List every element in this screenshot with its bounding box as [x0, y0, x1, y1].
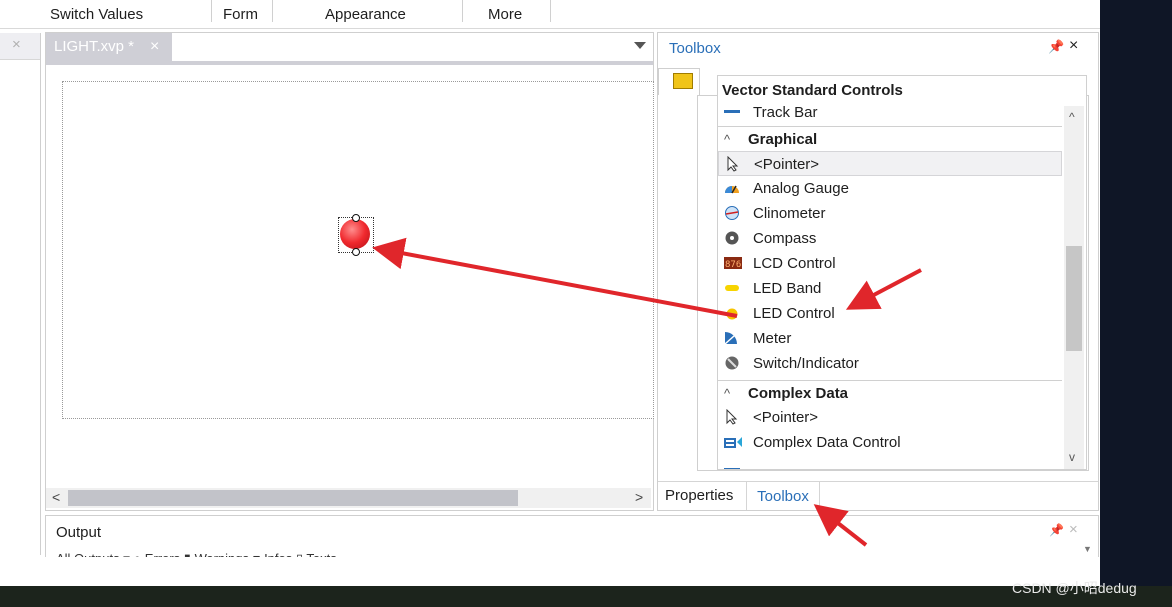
- collapse-chevron-icon: ^: [724, 386, 731, 401]
- scroll-right-icon[interactable]: >: [635, 489, 643, 505]
- led-control-icon: [726, 308, 738, 320]
- list-item-icon: [724, 468, 740, 469]
- toolbox-list-container: Vector Standard Controls Track Bar ^ Gra…: [717, 75, 1087, 470]
- list-item-switch-indicator[interactable]: Switch/Indicator: [718, 351, 1062, 376]
- watermark: CSDN @小昭dedug: [1012, 580, 1137, 596]
- list-item-clinometer[interactable]: Clinometer: [718, 201, 1062, 226]
- pointer-icon: [727, 156, 739, 172]
- compass-icon: [725, 231, 739, 245]
- output-menu-icon[interactable]: ▼: [1083, 544, 1092, 554]
- list-item-pointer[interactable]: <Pointer>: [718, 151, 1062, 176]
- scroll-left-icon[interactable]: <: [52, 489, 60, 505]
- ribbon-group-form[interactable]: Form: [223, 0, 258, 28]
- desktop-background: [1100, 0, 1172, 607]
- list-item-pointer-complex[interactable]: <Pointer>: [718, 405, 1062, 430]
- svg-text:876: 876: [725, 260, 741, 270]
- pin-icon[interactable]: 📌: [1049, 523, 1064, 537]
- toolbox-title: Toolbox: [669, 40, 721, 57]
- led-control[interactable]: [340, 219, 370, 249]
- tab-properties[interactable]: Properties: [665, 487, 733, 504]
- toolbox-category-icon: [673, 73, 693, 89]
- toolbox-bottom-tabs: Properties Toolbox: [658, 481, 1098, 511]
- list-item-complex-data-control[interactable]: Complex Data Control: [718, 430, 1062, 455]
- left-panel-close-icon[interactable]: ×: [12, 36, 21, 53]
- ribbon-group-more[interactable]: More: [488, 0, 522, 28]
- pin-icon[interactable]: 📌: [1048, 39, 1064, 55]
- toolbox-close-icon[interactable]: ×: [1069, 37, 1078, 55]
- collapse-chevron-icon: ^: [724, 132, 731, 147]
- desktop-background-bottom: [0, 586, 1172, 607]
- scroll-down-icon[interactable]: v: [1069, 450, 1075, 464]
- tab-strip-underline: [46, 61, 653, 65]
- list-item-analog-gauge[interactable]: Analog Gauge: [718, 176, 1062, 201]
- ribbon-group-appearance[interactable]: Appearance: [325, 0, 406, 28]
- toolbox-group-header: Vector Standard Controls: [722, 82, 903, 99]
- scrollbar-thumb[interactable]: [68, 490, 518, 506]
- ribbon-separator: [462, 0, 463, 22]
- document-tab-close-icon[interactable]: ×: [150, 33, 159, 61]
- analog-gauge-icon: [725, 185, 739, 194]
- output-title: Output: [56, 524, 102, 541]
- meter-icon: [724, 332, 737, 345]
- left-panel-header: ×: [0, 33, 40, 60]
- list-item-led-control[interactable]: LED Control: [718, 301, 1062, 326]
- document-tab[interactable]: LIGHT.xvp * ×: [46, 33, 172, 61]
- list-item-lcd-control[interactable]: 876 LCD Control: [718, 251, 1062, 276]
- list-item-track-bar[interactable]: Track Bar: [718, 106, 1062, 125]
- toolbox-vertical-scrollbar[interactable]: ^ v: [1064, 106, 1084, 469]
- panel-editor: LIGHT.xvp * × < >: [45, 32, 654, 511]
- document-tab-title: LIGHT.xvp *: [54, 38, 135, 55]
- ribbon-group-switch-values[interactable]: Switch Values: [50, 0, 143, 28]
- ribbon-separator: [550, 0, 551, 22]
- window-bottom-band: [0, 557, 1100, 586]
- led-band-icon: [725, 285, 739, 291]
- tab-toolbox[interactable]: Toolbox: [746, 482, 820, 510]
- output-close-icon[interactable]: ×: [1069, 521, 1078, 538]
- list-item-compass[interactable]: Compass: [718, 226, 1062, 251]
- pointer-icon: [726, 409, 738, 425]
- clinometer-icon: [725, 206, 739, 220]
- ribbon-separator: [272, 0, 273, 22]
- list-item-meter[interactable]: Meter: [718, 326, 1062, 351]
- list-item-led-band[interactable]: LED Band: [718, 276, 1062, 301]
- scrollbar-thumb[interactable]: [1066, 246, 1082, 351]
- lcd-control-icon: 876: [724, 257, 742, 270]
- ribbon: Switch Values Form Appearance More: [0, 0, 1100, 29]
- toolbox-list: Track Bar ^ Graphical <Pointer> Analog G…: [718, 106, 1064, 469]
- horizontal-scrollbar[interactable]: < >: [46, 488, 651, 508]
- track-bar-icon: [724, 110, 740, 113]
- category-graphical[interactable]: ^ Graphical: [718, 126, 1062, 152]
- category-complex-data[interactable]: ^ Complex Data: [718, 380, 1062, 406]
- scroll-up-icon[interactable]: ^: [1069, 110, 1075, 124]
- toolbox-category-tab[interactable]: [658, 68, 700, 95]
- toolbox-panel: Toolbox 📌 × Vector Standard Controls Tra…: [657, 32, 1099, 511]
- left-dock-panel: ×: [0, 33, 41, 555]
- list-item-partial: [718, 455, 1062, 469]
- resize-handle-top[interactable]: [352, 214, 360, 222]
- complex-data-control-icon: [724, 437, 742, 448]
- ribbon-separator: [211, 0, 212, 22]
- switch-indicator-icon: [725, 356, 739, 370]
- output-panel: Output 📌 × ▼ All Outputs ▾ ● Errors ▮ Wa…: [45, 515, 1099, 559]
- resize-handle-bottom[interactable]: [352, 248, 360, 256]
- tab-list-dropdown-icon[interactable]: [634, 42, 646, 49]
